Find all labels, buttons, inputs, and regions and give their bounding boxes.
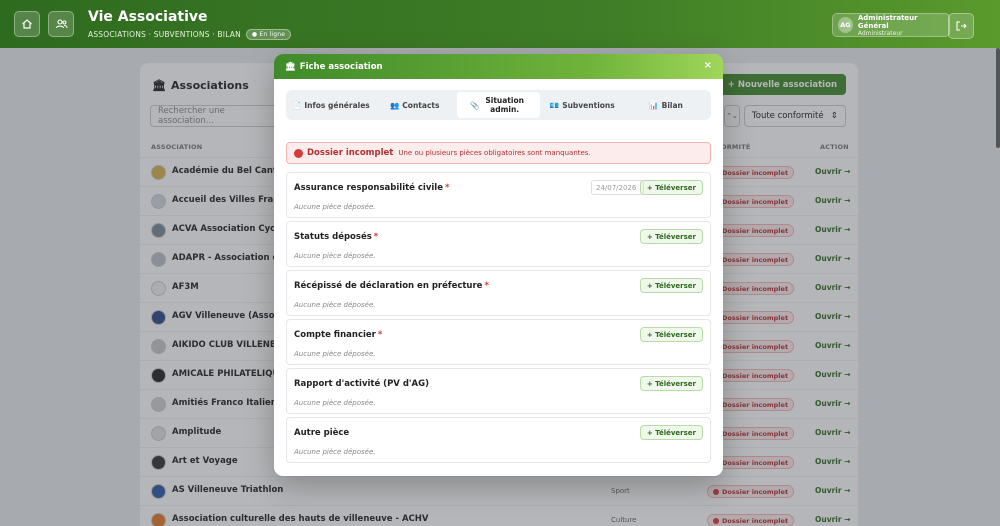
tab-infos-generales[interactable]: 📄 Infos générales <box>289 92 373 118</box>
online-badge: ● En ligne <box>245 28 292 40</box>
user-role: Administrateur <box>857 29 903 37</box>
document-title: Récépissé de déclaration en préfecture <box>294 281 483 291</box>
required-marker: * <box>377 330 383 340</box>
building-icon: 🏛 <box>285 61 296 72</box>
document-item: Autre pièce Aucune pièce déposée. + Téléve… <box>286 417 711 463</box>
top-bar: Vie Associative ASSOCIATIONS · SUBVENTIO… <box>0 0 1000 48</box>
document-item: Compte financier * Aucune pièce déposée. + … <box>286 319 711 365</box>
expiry-date-input[interactable]: 24/07/2026 <box>591 180 644 195</box>
page-scrollbar[interactable] <box>996 48 1000 148</box>
document-item: Récépissé de déclaration en préfecture * A… <box>286 270 711 316</box>
document-title: Assurance responsabilité civile <box>294 183 443 193</box>
app-subtitle: ASSOCIATIONS · SUBVENTIONS · BILAN <box>88 29 241 39</box>
tab-situation-admin[interactable]: 📎 Situation admin. <box>456 92 541 118</box>
upload-button[interactable]: + Téléverser <box>639 376 703 391</box>
document-item: Assurance responsabilité civile * Aucune p… <box>286 172 711 218</box>
app-title: Vie Associative <box>88 8 208 25</box>
document-status: Aucune pièce déposée. <box>294 448 376 456</box>
alert-title: Dossier incomplet <box>307 148 394 158</box>
logout-icon <box>956 21 967 31</box>
incomplete-alert: Dossier incomplet Une ou plusieurs pièce… <box>286 142 711 164</box>
chart-icon: 📊 <box>649 100 659 110</box>
document-icon: 📄 <box>292 100 302 110</box>
document-status: Aucune pièce déposée. <box>294 399 376 407</box>
home-icon <box>22 19 32 29</box>
association-modal: 🏛 Fiche association × 📄 Infos générales … <box>274 54 723 476</box>
modal-title: Fiche association <box>299 61 383 72</box>
alert-message: Une ou plusieurs pièces obligatoires son… <box>398 149 591 157</box>
document-title: Statuts déposés <box>294 232 372 242</box>
document-title: Autre pièce <box>294 428 350 438</box>
document-title: Rapport d'activité (PV d'AG) <box>294 379 429 389</box>
modal-tabs: 📄 Infos générales 👥 Contacts 📎 Situation… <box>286 90 711 120</box>
avatar: AG <box>838 17 853 33</box>
associations-button[interactable] <box>48 11 74 37</box>
brand: Vie Associative ASSOCIATIONS · SUBVENTIO… <box>88 8 292 40</box>
tab-subventions[interactable]: 💶 Subventions <box>540 92 624 118</box>
home-button[interactable] <box>14 11 40 37</box>
document-status: Aucune pièce déposée. <box>294 301 376 309</box>
tab-bilan[interactable]: 📊 Bilan <box>624 92 708 118</box>
upload-button[interactable]: + Téléverser <box>639 327 703 342</box>
user-menu[interactable]: AG Administrateur Général Administrateur <box>832 13 950 37</box>
money-icon: 💶 <box>549 100 560 110</box>
upload-button[interactable]: + Téléverser <box>639 229 703 244</box>
document-item: Statuts déposés * Aucune pièce déposée. + T… <box>286 221 711 267</box>
document-list: Assurance responsabilité civile * Aucune p… <box>286 172 711 465</box>
required-marker: * <box>373 232 379 242</box>
modal-header: 🏛 Fiche association × <box>274 54 723 79</box>
status-dot-icon <box>294 148 303 158</box>
upload-button[interactable]: + Téléverser <box>639 425 703 440</box>
upload-button[interactable]: + Téléverser <box>639 278 703 293</box>
document-title: Compte financier <box>294 330 376 340</box>
document-status: Aucune pièce déposée. <box>294 203 376 211</box>
required-marker: * <box>444 183 450 193</box>
required-marker: * <box>484 281 489 291</box>
document-status: Aucune pièce déposée. <box>294 252 376 260</box>
users-icon <box>55 19 67 29</box>
document-status: Aucune pièce déposée. <box>294 350 376 358</box>
upload-button[interactable]: + Téléverser <box>639 180 703 195</box>
users-icon: 👥 <box>389 100 400 110</box>
document-item: Rapport d'activité (PV d'AG) Aucune pièce… <box>286 368 711 414</box>
logout-button[interactable] <box>948 13 974 39</box>
paperclip-icon: 📎 <box>470 100 480 110</box>
close-icon[interactable]: × <box>704 60 712 71</box>
tab-contacts[interactable]: 👥 Contacts <box>373 92 457 118</box>
user-name: Administrateur Général <box>857 13 918 30</box>
